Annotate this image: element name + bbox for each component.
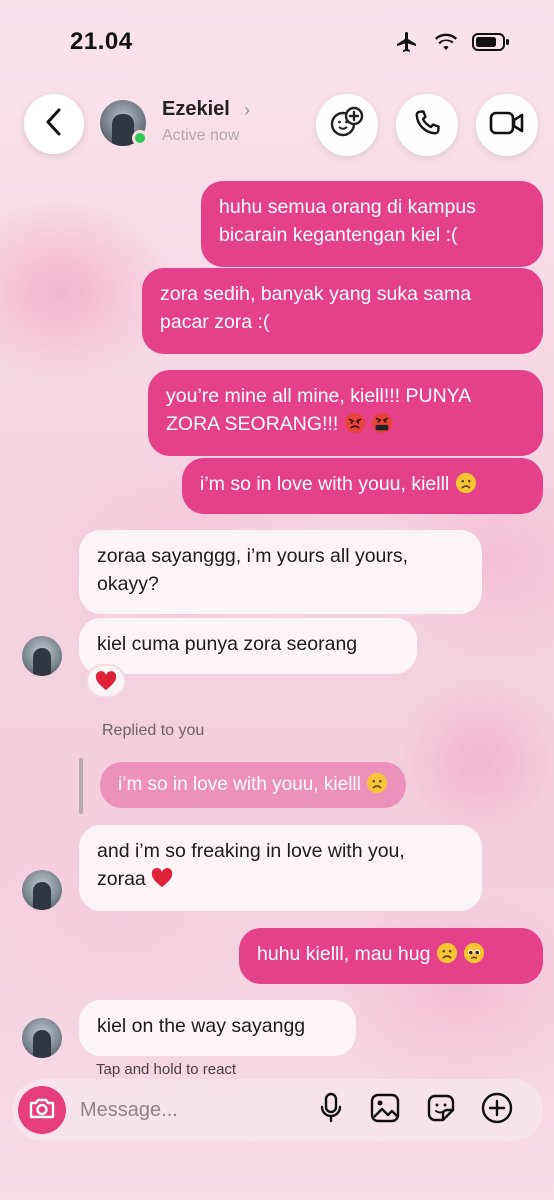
chevron-right-icon: › (244, 100, 250, 120)
reply-bar (79, 758, 83, 814)
sticker-icon (425, 1092, 457, 1129)
message-line: i’m so in love with youu, kielll (200, 473, 450, 495)
angry-face-emoji (344, 412, 365, 434)
status-icons (394, 30, 510, 59)
status-time: 21.04 (70, 28, 133, 55)
video-call-button[interactable] (476, 94, 538, 156)
airplane-icon (394, 30, 420, 59)
message-line: ZORA SEORANG!!! (166, 413, 339, 435)
status-bar: 21.04 (0, 0, 554, 80)
gallery-icon (369, 1092, 401, 1129)
sender-avatar[interactable] (22, 870, 62, 910)
back-button[interactable] (24, 94, 84, 154)
message-line: pacar zora :( (160, 311, 270, 333)
message-bubble-incoming[interactable]: zoraa sayanggg, i’m yours all yours, oka… (79, 530, 482, 614)
reaction-badge[interactable] (86, 664, 126, 698)
add-icon (480, 1091, 514, 1130)
message-bubble-outgoing[interactable]: zora sedih, banyak yang suka sama pacar … (142, 268, 543, 354)
camera-button[interactable] (18, 1086, 66, 1134)
quoted-message[interactable]: i’m so in love with youu, kielll (100, 762, 407, 808)
effects-icon (328, 104, 366, 147)
message-line: kiel on the way sayangg (97, 1015, 306, 1037)
microphone-button[interactable] (314, 1092, 348, 1129)
video-icon (489, 108, 525, 143)
camera-icon (28, 1096, 56, 1125)
effects-button[interactable] (316, 94, 378, 156)
microphone-icon (318, 1092, 344, 1129)
message-bubble-outgoing[interactable]: i’m so in love with youu, kielll (182, 458, 543, 514)
message-bubble-outgoing[interactable]: huhu kielll, mau hug (239, 928, 543, 984)
message-bubble-incoming[interactable]: and i’m so freaking in love with you, zo… (79, 825, 482, 911)
sender-avatar[interactable] (22, 636, 62, 676)
message-bubble-outgoing[interactable]: huhu semua orang di kampus bicarain kega… (201, 181, 543, 267)
frowning-face-emoji (455, 472, 476, 494)
message-line: huhu kielll, mau hug (257, 943, 431, 965)
message-line: kiel cuma punya zora seorang (97, 633, 358, 655)
message-bubble-incoming[interactable]: kiel cuma punya zora seorang (79, 618, 417, 674)
contact-name[interactable]: Ezekiel (162, 98, 230, 121)
red-heart-icon (95, 671, 117, 691)
replied-label: Replied to you (102, 722, 205, 739)
message-line: zora sedih, banyak yang suka sama (160, 283, 472, 305)
call-button[interactable] (396, 94, 458, 156)
message-line: zoraa (97, 868, 146, 890)
message-line: you’re mine all mine, kiell!!! PUNYA (166, 385, 472, 407)
pleading-face-emoji (464, 942, 485, 964)
red-heart-icon (151, 868, 173, 888)
message-line: zoraa sayanggg, i’m yours all yours, (97, 545, 409, 567)
react-hint: Tap and hold to react (96, 1061, 237, 1078)
cursing-face-emoji (372, 412, 393, 434)
chevron-left-icon (41, 107, 67, 142)
message-line: bicarain kegantengan kiel :( (219, 224, 458, 246)
message-bubble-incoming[interactable]: kiel on the way sayangg (79, 1000, 356, 1056)
message-line: huhu semua orang di kampus (219, 196, 476, 218)
frowning-face-emoji (436, 942, 457, 964)
quoted-text: i’m so in love with youu, kielll (118, 774, 361, 795)
gallery-button[interactable] (368, 1093, 402, 1127)
sender-avatar[interactable] (22, 1018, 62, 1058)
active-status: Active now (162, 127, 240, 144)
message-input[interactable] (80, 1092, 300, 1128)
message-bubble-outgoing[interactable]: you’re mine all mine, kiell!!! PUNYA ZOR… (148, 370, 543, 456)
battery-icon (472, 32, 510, 57)
wifi-icon (434, 32, 458, 57)
sticker-button[interactable] (424, 1093, 458, 1127)
frowning-face-emoji (367, 772, 388, 794)
message-line: okayy? (97, 573, 159, 595)
online-indicator (132, 130, 148, 146)
message-line: and i’m so freaking in love with you, (97, 840, 405, 862)
add-button[interactable] (480, 1091, 514, 1130)
phone-icon (411, 107, 443, 144)
